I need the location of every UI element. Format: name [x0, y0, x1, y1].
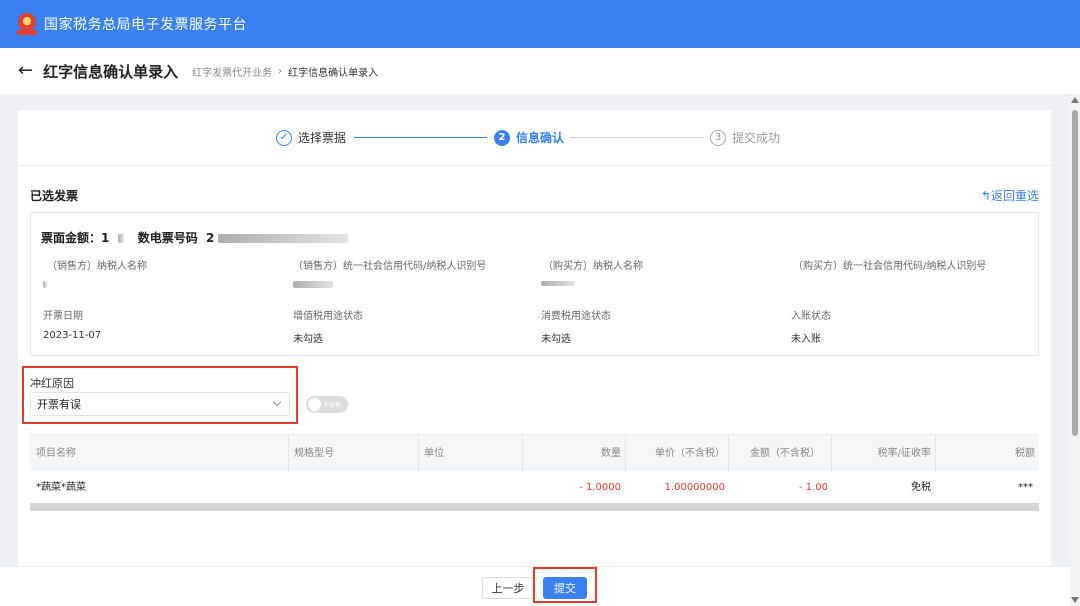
table-row: *蔬菜*蔬菜 - 1.0000 1.00000000 - 1.00 免税 *** [30, 471, 1039, 503]
column-divider [625, 435, 626, 472]
step-connector-done [354, 137, 487, 138]
cell-unit-price: 1.00000000 [664, 482, 725, 493]
main-card: ✓ 选择票据 2 信息确认 3 提交成功 已选发票 ↰返回重选 票面金额：1 数… [18, 110, 1051, 606]
app-title: 国家税务总局电子发票服务平台 [44, 17, 247, 33]
reason-select[interactable]: 开票有误 [30, 392, 290, 416]
step-submit-success: 3 提交成功 [710, 129, 780, 146]
entry-status-label: 入账状态 [791, 311, 831, 322]
step-connector-pending [570, 137, 704, 138]
redacted-seller-tax-id [293, 281, 333, 288]
breadcrumb-item-red-invoice[interactable]: 红字发票代开业务 [192, 64, 272, 79]
seller-name-label: （销售方）纳税人名称 [47, 261, 147, 272]
column-divider [288, 435, 289, 472]
reason-label: 冲红原因 [30, 377, 74, 390]
back-arrow-icon[interactable]: ← [18, 62, 33, 80]
invoice-number-prefix: 2 [205, 231, 215, 245]
col-tax-amount: 税额 [1015, 448, 1035, 459]
step-select-ticket: ✓ 选择票据 [276, 129, 346, 146]
step-label: 提交成功 [732, 131, 781, 145]
toggle-text: 不含税 [323, 402, 342, 409]
column-divider [935, 435, 936, 472]
return-label: 返回重选 [990, 189, 1039, 203]
cell-quantity: - 1.0000 [579, 482, 621, 493]
footer-bar: 上一步 提交 [0, 566, 1070, 606]
col-amount: 金额（不含税） [750, 448, 820, 459]
breadcrumb-separator-icon: › [278, 65, 283, 77]
col-unit-price: 单价（不含税） [655, 448, 725, 459]
items-table: 项目名称 规格型号 单位 数量 单价（不含税） 金额（不含税） 税率/征收率 税… [30, 434, 1039, 511]
page-title: 红字信息确认单录入 [43, 62, 179, 81]
step-info-confirm: 2 信息确认 [494, 129, 564, 146]
cell-tax-rate: 免税 [911, 482, 931, 493]
scroll-down-icon[interactable] [1071, 597, 1079, 603]
col-tax-rate: 税率/征收率 [877, 448, 931, 459]
consumption-tax-value: 未勾选 [541, 334, 571, 345]
return-icon: ↰ [980, 189, 991, 203]
issue-date-value: 2023-11-07 [43, 330, 102, 341]
top-bar: 国家税务总局电子发票服务平台 [0, 0, 1080, 48]
toggle-knob [308, 398, 321, 411]
reason-selected-value: 开票有误 [37, 398, 81, 411]
step-label: 选择票据 [298, 131, 347, 145]
step-number-icon: 3 [710, 129, 726, 146]
chevron-down-icon [272, 397, 282, 407]
step-number-icon: 2 [494, 129, 510, 146]
section-title: 已选发票 [30, 189, 79, 203]
col-quantity: 数量 [601, 448, 621, 459]
vat-usage-value: 未勾选 [293, 334, 323, 345]
tax-emblem-logo [16, 11, 38, 37]
invoice-number-label: 数电票号码 [137, 231, 198, 245]
scroll-thumb[interactable] [1072, 110, 1078, 436]
column-divider [418, 435, 419, 472]
column-divider [728, 435, 729, 472]
submit-button[interactable]: 提交 [543, 577, 587, 599]
cell-tax-amount: *** [1018, 482, 1033, 493]
buyer-name-label: （购买方）纳税人名称 [543, 261, 643, 272]
entry-status-value: 未入账 [791, 334, 821, 345]
steps-bar: ✓ 选择票据 2 信息确认 3 提交成功 [18, 110, 1051, 166]
step-label: 信息确认 [516, 131, 565, 145]
tax-inclusive-toggle[interactable]: 不含税 [306, 396, 348, 413]
redacted-invoice-number [218, 234, 349, 243]
breadcrumb-item-current: 红字信息确认单录入 [288, 67, 379, 79]
cell-amount: - 1.00 [798, 482, 828, 493]
col-item-name: 项目名称 [36, 448, 76, 459]
page-header: ← 红字信息确认单录入 红字发票代开业务 › 红字信息确认单录入 [0, 48, 1080, 94]
scroll-up-icon[interactable] [1071, 97, 1079, 103]
vertical-scrollbar[interactable] [1070, 94, 1080, 606]
invoice-amount: 票面金额：1 [41, 231, 110, 245]
issue-date-label: 开票日期 [43, 311, 83, 322]
col-unit: 单位 [424, 448, 444, 459]
column-divider [522, 435, 523, 472]
redacted-seller-name [43, 281, 47, 288]
cell-item-name: *蔬菜*蔬菜 [36, 482, 86, 493]
table-header: 项目名称 规格型号 单位 数量 单价（不含税） 金额（不含税） 税率/征收率 税… [30, 434, 1039, 472]
return-reselect-link[interactable]: ↰返回重选 [981, 187, 1039, 204]
prev-step-button[interactable]: 上一步 [482, 577, 534, 599]
vat-usage-label: 增值税用途状态 [293, 311, 363, 322]
redacted-value [117, 234, 124, 243]
redacted-buyer-name [541, 281, 575, 286]
invoice-summary: 票面金额：1 数电票号码 2 [41, 229, 349, 246]
column-divider [831, 435, 832, 472]
seller-tax-id-label: （销售方）统一社会信用代码/纳税人识别号 [293, 261, 487, 272]
horizontal-scrollbar[interactable] [30, 503, 1039, 511]
buyer-tax-id-label: （购买方）统一社会信用代码/纳税人识别号 [793, 261, 987, 272]
consumption-tax-label: 消费税用途状态 [541, 311, 611, 322]
col-spec: 规格型号 [294, 448, 334, 459]
check-circle-icon: ✓ [276, 129, 292, 146]
selected-invoice-panel: 票面金额：1 数电票号码 2 （销售方）纳税人名称 （销售方）统一社会信用代码/… [30, 212, 1039, 356]
